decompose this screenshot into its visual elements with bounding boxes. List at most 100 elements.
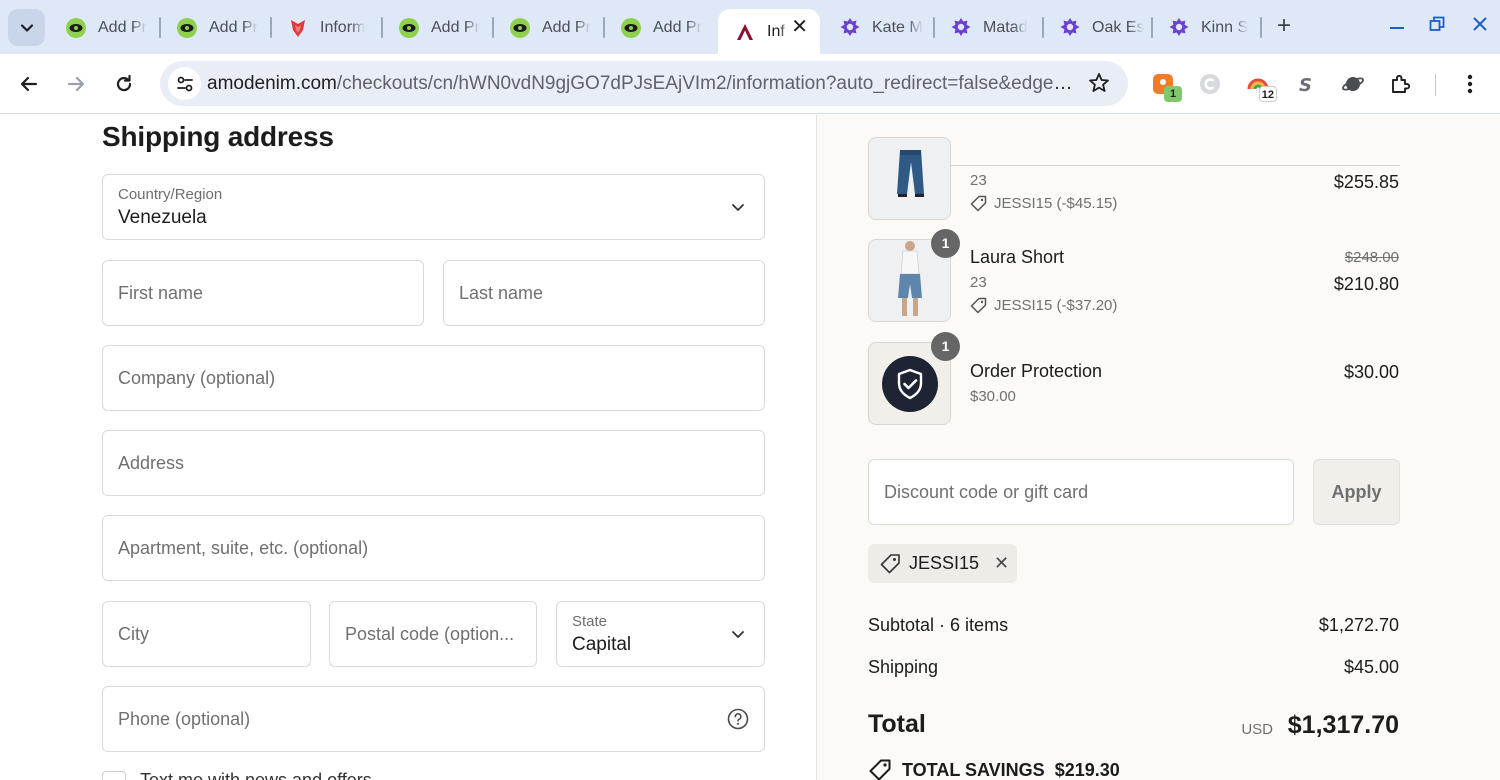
puzzle-icon — [1392, 74, 1411, 93]
tab-label: Add Pr — [542, 18, 591, 36]
purple-gear-icon — [1059, 17, 1081, 39]
first-name-field[interactable]: First name — [102, 260, 424, 326]
order-summary: 23 JESSI15 (-$45.15) $255.85 1 Laura Sho… — [816, 115, 1500, 780]
subtotal-value: $1,272.70 — [1318, 615, 1399, 635]
url-text[interactable]: amodenim.com/checkouts/cn/hWN0vdN9gjGO7d… — [207, 73, 1077, 95]
applied-discount-chip: JESSI15 ✕ — [868, 544, 1017, 583]
bookmark-star-button[interactable] — [1088, 72, 1110, 94]
green-eye-icon — [176, 17, 198, 39]
product-discount: JESSI15 (-$45.15) — [970, 195, 1117, 212]
tab-search-button[interactable] — [8, 9, 45, 46]
browser-tab[interactable]: Add Pr — [382, 9, 492, 46]
tab-close-icon[interactable]: ✕ — [791, 17, 808, 37]
tab-separator — [1260, 17, 1262, 38]
reload-button[interactable] — [108, 68, 140, 100]
quantity-badge: 1 — [931, 229, 960, 258]
apartment-field[interactable]: Apartment, suite, etc. (optional) — [102, 515, 765, 581]
site-settings-button[interactable] — [168, 67, 201, 100]
country-value: Venezuela — [118, 207, 207, 228]
city-placeholder: City — [118, 624, 149, 644]
red-shield-icon — [287, 17, 309, 39]
product-original-price: $248.00 — [1344, 249, 1399, 266]
marketing-checkbox-label: Text me with news and offers — [140, 770, 372, 780]
shield-check-icon — [881, 355, 938, 412]
arrow-right-icon — [67, 76, 85, 92]
tab-label: Inform — [320, 18, 366, 36]
extensions-menu-button[interactable] — [1386, 69, 1416, 99]
extension-badge: 12 — [1258, 86, 1277, 102]
address-placeholder: Address — [118, 453, 185, 473]
product-discount-text: JESSI15 (-$37.20) — [994, 297, 1118, 314]
address-field[interactable]: Address — [102, 430, 765, 496]
green-eye-icon — [65, 17, 87, 39]
last-name-field[interactable]: Last name — [443, 260, 765, 326]
purple-gear-icon — [1168, 17, 1190, 39]
chevron-down-icon — [20, 23, 33, 32]
tab-strip: Add Pr Add Pr Inform Add Pr Add Pr Add P… — [0, 0, 1500, 54]
shipping-value: $45.00 — [1343, 657, 1399, 677]
country-select[interactable]: Country/Region Venezuela — [102, 174, 765, 240]
discount-code-input[interactable]: Discount code or gift card — [868, 459, 1294, 525]
extension-planet-button[interactable] — [1338, 69, 1368, 99]
forward-button[interactable] — [60, 68, 92, 100]
browser-menu-button[interactable] — [1455, 69, 1485, 99]
green-eye-icon — [398, 17, 420, 39]
restore-button[interactable] — [1422, 9, 1452, 39]
back-button[interactable] — [13, 68, 45, 100]
browser-tab[interactable]: Kinn S — [1152, 9, 1260, 46]
browser-tab[interactable]: Kate M — [823, 9, 933, 46]
marketing-checkbox[interactable] — [102, 771, 126, 780]
browser-tab[interactable]: Add Pr — [49, 9, 159, 46]
browser-tab[interactable]: Matad — [934, 9, 1042, 46]
browser-tab[interactable]: Inform — [271, 9, 381, 46]
phone-field[interactable]: Phone (optional) — [102, 686, 765, 752]
window-close-button[interactable] — [1465, 9, 1495, 39]
help-icon[interactable] — [727, 708, 749, 730]
tab-label: Add Pr — [431, 18, 480, 36]
phone-placeholder: Phone (optional) — [118, 709, 251, 729]
extension-badge: 1 — [1164, 86, 1182, 102]
jeans-product-image — [869, 138, 950, 219]
browser-tab[interactable]: Add Pr — [160, 9, 270, 46]
product-name: Laura Short — [970, 247, 1065, 267]
discount-code-placeholder: Discount code or gift card — [884, 482, 1089, 502]
extension-honey-button[interactable]: 1 — [1148, 69, 1182, 102]
tag-icon — [880, 553, 900, 573]
company-field[interactable]: Company (optional) — [102, 345, 765, 411]
tag-icon — [970, 297, 987, 314]
total-currency: USD — [1241, 721, 1273, 738]
total-label: Total — [868, 710, 926, 738]
total-savings-label: TOTAL SAVINGS — [902, 759, 1045, 780]
green-eye-icon — [620, 17, 642, 39]
tab-label: Matad — [983, 18, 1028, 36]
product-variant: 23 — [970, 274, 987, 291]
product-price: $255.85 — [1333, 172, 1399, 192]
remove-discount-icon[interactable]: ✕ — [994, 553, 1009, 574]
applied-discount-code: JESSI15 — [909, 553, 980, 573]
postal-code-field[interactable]: Postal code (option... — [329, 601, 537, 667]
browser-tab-active[interactable]: Inf ✕ — [718, 9, 820, 54]
extension-s-button[interactable]: S — [1290, 69, 1320, 99]
tab-label: Inf — [767, 22, 785, 40]
section-title: Shipping address — [102, 121, 334, 152]
purple-gear-icon — [839, 17, 861, 39]
apply-discount-button[interactable]: Apply — [1313, 459, 1400, 525]
shipping-label: Shipping — [868, 657, 939, 677]
url-host: amodenim.com — [207, 73, 337, 94]
product-discount: JESSI15 (-$37.20) — [970, 297, 1117, 314]
browser-tab[interactable]: Add Pr — [493, 9, 603, 46]
browser-tab[interactable]: Oak Es — [1043, 9, 1151, 46]
extension-rainbow-button[interactable]: 12 — [1243, 69, 1277, 102]
minimize-button[interactable] — [1382, 9, 1412, 39]
extension-grey-c-button[interactable] — [1195, 69, 1225, 99]
tab-label: Add Pr — [653, 18, 702, 36]
address-bar[interactable]: amodenim.com/checkouts/cn/hWN0vdN9gjGO7d… — [160, 61, 1128, 106]
tab-label: Add Pr — [209, 18, 258, 36]
total-savings: TOTAL SAVINGS $219.30 — [868, 758, 1120, 780]
browser-tab[interactable]: Add Pr — [604, 9, 714, 46]
state-select[interactable]: State Capital — [556, 601, 765, 667]
product-price: $210.80 — [1333, 274, 1399, 294]
new-tab-button[interactable]: + — [1270, 12, 1298, 40]
city-field[interactable]: City — [102, 601, 311, 667]
tag-icon — [869, 759, 891, 780]
